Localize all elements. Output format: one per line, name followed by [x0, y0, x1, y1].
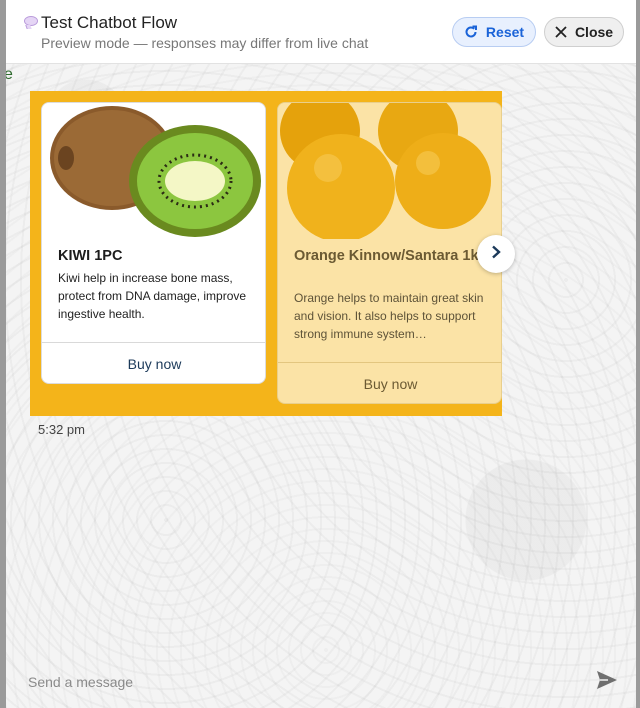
- card-title: Orange Kinnow/Santara 1kg: [294, 248, 488, 264]
- product-card-kiwi: KIWI 1PC Kiwi help in increase bone mass…: [41, 102, 266, 384]
- chat-bubble-icon: [24, 16, 38, 26]
- message-timestamp: 5:32 pm: [38, 422, 85, 437]
- chevron-right-icon: [490, 245, 502, 264]
- page-subtitle: Preview mode — responses may differ from…: [41, 35, 369, 51]
- clipped-text: e: [6, 66, 13, 83]
- carousel-next-button[interactable]: [477, 235, 515, 273]
- product-card-orange: Orange Kinnow/Santara 1kg Orange helps t…: [277, 102, 502, 404]
- close-label: Close: [574, 24, 614, 40]
- buy-now-button[interactable]: Buy now: [278, 362, 501, 403]
- kiwi-image: [42, 103, 265, 239]
- chat-preview-window: Test Chatbot Flow Preview mode — respons…: [6, 0, 636, 708]
- chat-header: Test Chatbot Flow Preview mode — respons…: [6, 0, 636, 64]
- refresh-icon: [464, 25, 478, 39]
- reset-label: Reset: [485, 24, 525, 40]
- product-carousel: KIWI 1PC Kiwi help in increase bone mass…: [30, 91, 502, 416]
- card-description: Kiwi help in increase bone mass, protect…: [58, 271, 247, 321]
- message-composer: [6, 656, 636, 708]
- message-input[interactable]: [28, 671, 548, 693]
- send-icon: [596, 671, 618, 694]
- orange-image: [278, 103, 501, 239]
- close-button[interactable]: Close: [544, 17, 624, 47]
- buy-now-button[interactable]: Buy now: [42, 342, 265, 383]
- close-icon: [555, 26, 567, 38]
- send-button[interactable]: [596, 670, 618, 695]
- card-description: Orange helps to maintain great skin and …: [294, 291, 484, 341]
- page-title: Test Chatbot Flow: [41, 13, 178, 32]
- reset-button[interactable]: Reset: [452, 17, 536, 47]
- card-title: KIWI 1PC: [58, 248, 123, 264]
